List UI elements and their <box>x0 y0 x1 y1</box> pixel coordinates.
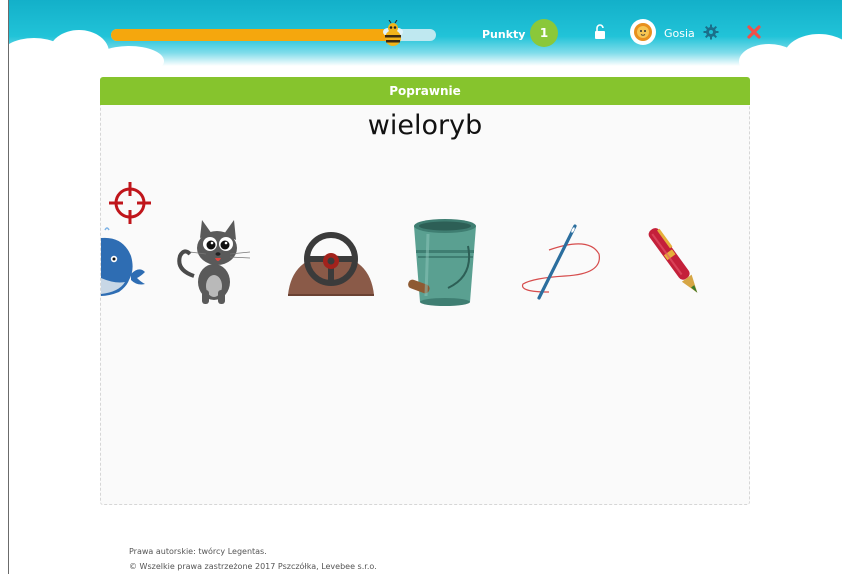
avatar[interactable] <box>630 19 656 45</box>
needle-picture[interactable] <box>519 222 603 302</box>
cat-picture[interactable] <box>172 220 254 306</box>
whale-picture[interactable] <box>101 226 147 300</box>
bucket-picture[interactable] <box>404 216 486 306</box>
crosshair-icon <box>109 182 151 224</box>
cloud-decoration <box>94 46 164 66</box>
lion-avatar-icon <box>634 23 652 41</box>
copyright-line: Prawa autorskie: twórcy Legentas. <box>129 547 267 556</box>
close-icon[interactable] <box>746 24 762 40</box>
status-banner: Poprawnie <box>100 77 750 105</box>
bee-icon <box>383 20 403 46</box>
steering-wheel-picture[interactable] <box>286 231 376 297</box>
pen-picture[interactable] <box>643 220 707 304</box>
points-badge: 1 <box>530 19 558 47</box>
points-label: Punkty <box>482 28 526 41</box>
username[interactable]: Gosia <box>664 27 695 40</box>
target-word: wieloryb <box>367 110 483 141</box>
unlock-icon[interactable] <box>594 24 606 40</box>
footer: Prawa autorskie: twórcy Legentas. © Wsze… <box>129 544 377 574</box>
cloud-decoration <box>784 34 842 66</box>
copyright-line: © Wszelkie prawa zastrzeżone 2017 Pszczó… <box>129 562 377 571</box>
progress-fill <box>111 29 391 41</box>
window-edge <box>0 0 9 574</box>
gear-icon[interactable] <box>703 24 719 40</box>
